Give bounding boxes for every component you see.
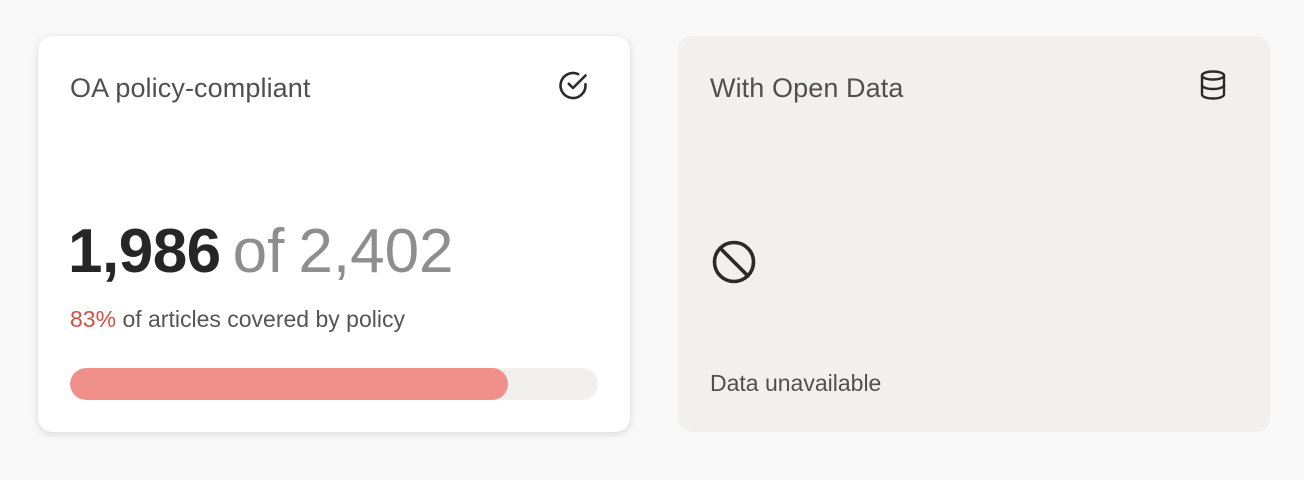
compliant-value: 1,986 <box>68 217 221 286</box>
coverage-percent: 83% <box>70 306 117 332</box>
open-data-card: With Open Data Data unavailable <box>678 36 1270 432</box>
oa-policy-compliant-card: OA policy-compliant 1,986 of 2,402 83% of … <box>38 36 630 432</box>
unavailable-icon <box>710 238 758 286</box>
coverage-text: of articles covered by policy <box>122 306 405 332</box>
check-circle-icon <box>556 68 590 102</box>
coverage-description: 83% of articles covered by policy <box>70 304 405 334</box>
database-icon <box>1196 68 1230 102</box>
of-word: of <box>232 217 285 286</box>
data-unavailable-text: Data unavailable <box>710 370 882 396</box>
coverage-progress-bar <box>70 368 598 400</box>
total-value: 2,402 <box>298 217 454 286</box>
card-title: With Open Data <box>710 73 904 103</box>
card-title: OA policy-compliant <box>70 73 311 103</box>
coverage-progress-fill <box>70 368 509 400</box>
compliance-count: 1,986 of 2,402 <box>68 216 454 304</box>
